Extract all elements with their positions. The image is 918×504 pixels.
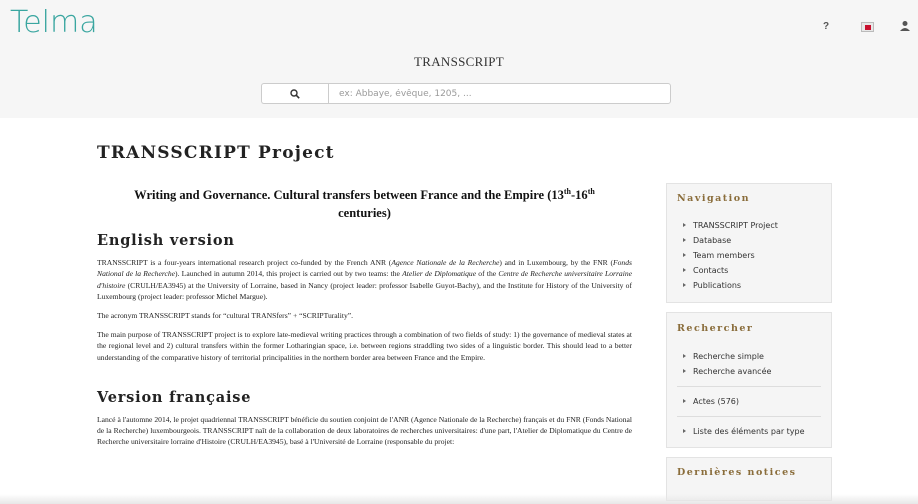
nav-item-database[interactable]: Database	[677, 233, 821, 248]
divider	[677, 386, 821, 387]
nav-item-recherche-avancee[interactable]: Recherche avancée	[677, 364, 821, 379]
divider	[677, 416, 821, 417]
main-content: Writing and Governance. Cultural transfe…	[97, 183, 632, 447]
english-paragraph-2: The acronym TRANSSCRIPT stands for “cult…	[97, 310, 354, 320]
french-heading: Version française	[97, 388, 252, 406]
search-button[interactable]	[261, 83, 328, 104]
rechercher-panel: Rechercher Recherche simple Recherche av…	[666, 312, 832, 448]
nav-item-recherche-simple[interactable]: Recherche simple	[677, 349, 821, 364]
language-flag-icon[interactable]	[861, 22, 874, 32]
project-subtitle: Writing and Governance. Cultural transfe…	[134, 187, 595, 221]
french-paragraph-1: Lancé à l'automne 2014, le projet quadri…	[97, 414, 632, 447]
actes-list: Actes (576)	[677, 394, 821, 409]
nav-item-liste-elements[interactable]: Liste des éléments par type	[677, 424, 821, 439]
bottom-fade	[0, 494, 918, 504]
english-paragraph-1: TRANSSCRIPT is a four-years internationa…	[97, 258, 632, 301]
nav-item-project[interactable]: TRANSSCRIPT Project	[677, 218, 821, 233]
english-paragraph-3: The main purpose of TRANSSCRIPT project …	[97, 330, 632, 362]
nav-item-team-members[interactable]: Team members	[677, 248, 821, 263]
site-title[interactable]: TRANSSCRIPT	[0, 54, 918, 70]
nav-item-contacts[interactable]: Contacts	[677, 263, 821, 278]
notices-title: Dernières notices	[677, 467, 797, 478]
navigation-list: TRANSSCRIPT Project Database Team member…	[677, 218, 821, 293]
page-title: TRANSSCRIPT Project	[97, 143, 335, 163]
rechercher-title: Rechercher	[677, 323, 754, 334]
nav-item-actes[interactable]: Actes (576)	[677, 394, 821, 409]
nav-item-publications[interactable]: Publications	[677, 278, 821, 293]
top-header: Telma ? TRANSSCRIPT	[0, 0, 918, 118]
english-heading: English version	[97, 232, 235, 250]
search-icon	[290, 88, 300, 99]
navigation-title: Navigation	[677, 193, 751, 204]
help-icon[interactable]: ?	[823, 21, 829, 32]
logo-text: Telma	[10, 5, 98, 39]
navigation-panel: Navigation TRANSSCRIPT Project Database …	[666, 183, 832, 303]
liste-list: Liste des éléments par type	[677, 424, 821, 439]
search-bar	[261, 83, 671, 104]
search-input[interactable]	[328, 83, 671, 104]
telma-logo[interactable]: Telma	[8, 3, 118, 39]
rechercher-list: Recherche simple Recherche avancée	[677, 349, 821, 379]
user-icon[interactable]	[899, 20, 911, 32]
sidebar: Navigation TRANSSCRIPT Project Database …	[666, 183, 832, 504]
